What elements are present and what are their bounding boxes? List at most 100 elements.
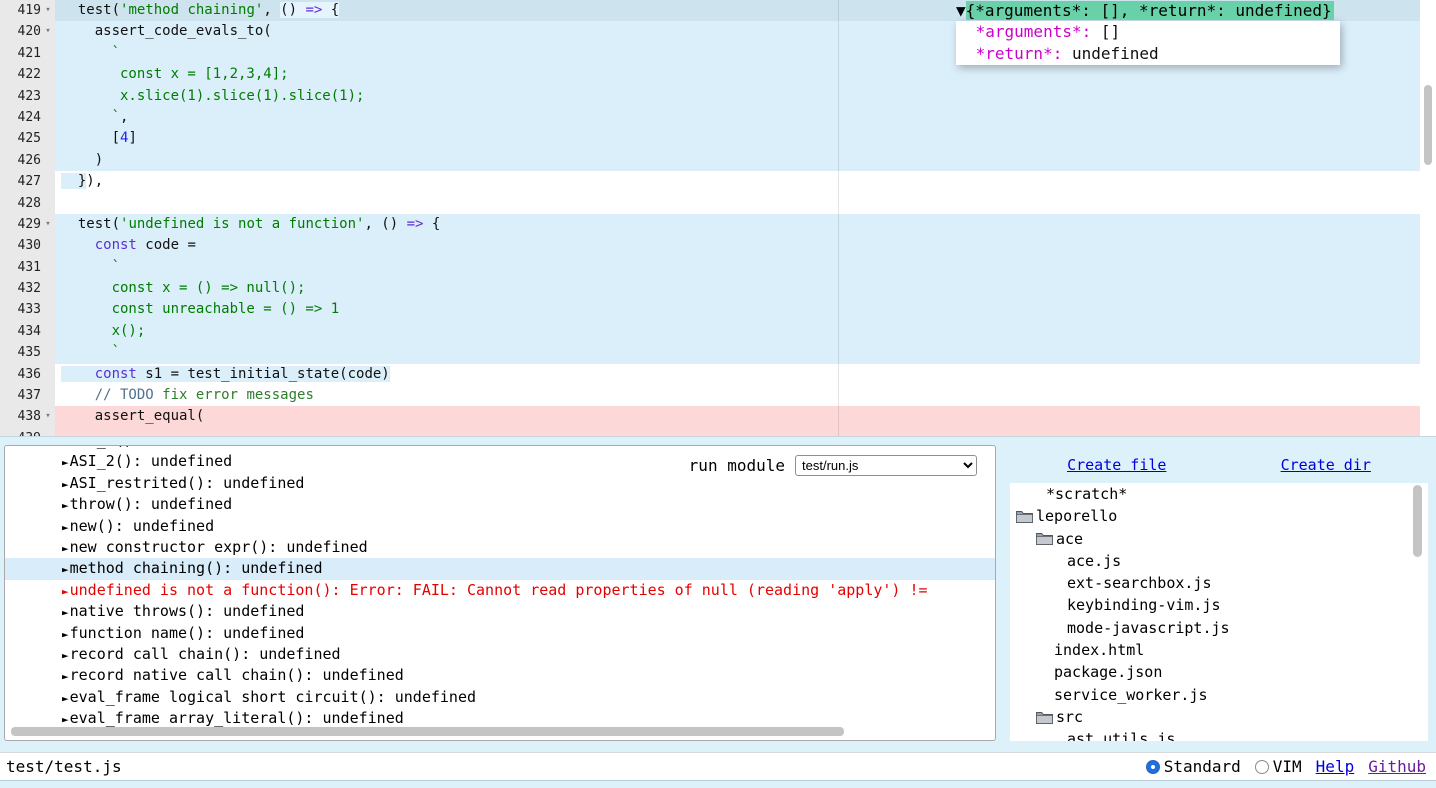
code-line-text[interactable]: assert_equal( [55, 406, 1420, 427]
fold-widget-icon[interactable]: ▾ [41, 0, 55, 21]
test-result-item[interactable]: ►record call chain(): undefined [5, 644, 995, 665]
file-tree-file[interactable]: *scratch* [1010, 483, 1428, 505]
line-number: 430 [3, 235, 41, 256]
help-link[interactable]: Help [1316, 757, 1355, 776]
code-line[interactable]: 426 ) [0, 150, 1436, 171]
file-tree-scrollbar-thumb[interactable] [1413, 485, 1422, 557]
run-module-select[interactable]: test/run.js [795, 455, 977, 476]
code-line-text[interactable] [55, 193, 1420, 214]
code-line[interactable]: 423 x.slice(1).slice(1).slice(1); [0, 86, 1436, 107]
code-line-text[interactable]: ` [55, 342, 1420, 363]
expand-triangle-icon[interactable]: ► [62, 628, 69, 641]
expand-triangle-icon[interactable]: ► [62, 606, 69, 619]
tooltip-header-row[interactable]: ▼{*arguments*: [], *return*: undefined} [956, 0, 1340, 21]
tooltip-entry[interactable]: *return*: undefined [956, 43, 1340, 64]
code-line[interactable]: 434 x(); [0, 321, 1436, 342]
code-line[interactable]: 431 ` [0, 257, 1436, 278]
code-line[interactable]: 438▾ assert_equal( [0, 406, 1436, 427]
test-result-item[interactable]: ►function name(): undefined [5, 623, 995, 644]
test-result-item[interactable]: ►record native call chain(): undefined [5, 665, 995, 686]
file-tree-file[interactable]: ace.js [1010, 550, 1428, 572]
logs-horizontal-scrollbar-thumb[interactable] [11, 727, 844, 736]
code-token: , [120, 109, 128, 125]
code-line-text[interactable]: const x = [1,2,3,4]; [55, 64, 1420, 85]
file-tree-file[interactable]: package.json [1010, 661, 1428, 683]
file-tree-dir[interactable]: leporello [1010, 505, 1428, 527]
code-line-text[interactable]: }), [55, 171, 1420, 192]
code-line[interactable]: 425 [4] [0, 128, 1436, 149]
file-tree-file[interactable]: service_worker.js [1010, 684, 1428, 706]
code-line[interactable]: 435 ` [0, 342, 1436, 363]
fold-widget-icon[interactable]: ▾ [41, 214, 55, 235]
expand-triangle-icon[interactable]: ► [62, 445, 69, 448]
file-tree-dir[interactable]: src [1010, 706, 1428, 728]
code-editor[interactable]: 419▾ test('method chaining', () => {420▾… [0, 0, 1436, 437]
test-result-item[interactable]: ►undefined is not a function(): Error: F… [5, 580, 995, 601]
expand-triangle-icon[interactable]: ► [62, 713, 69, 726]
code-line-text[interactable]: ) [55, 150, 1420, 171]
code-line[interactable]: 437 // TODO fix error messages [0, 385, 1436, 406]
test-result-item[interactable]: ►eval_frame logical short circuit(): und… [5, 687, 995, 708]
expand-triangle-icon[interactable]: ► [62, 585, 69, 598]
expand-triangle-icon[interactable]: ► [62, 542, 69, 555]
expand-triangle-icon[interactable]: ► [62, 456, 69, 469]
test-result-text: ASI_1(): undefined [70, 445, 233, 449]
code-line-text[interactable]: x(); [55, 321, 1420, 342]
file-tree-file[interactable]: index.html [1010, 639, 1428, 661]
code-line[interactable]: 433 const unreachable = () => 1 [0, 299, 1436, 320]
test-result-item[interactable]: ►new constructor expr(): undefined [5, 537, 995, 558]
code-line[interactable]: 428 [0, 193, 1436, 214]
code-line[interactable]: 436 const s1 = test_initial_state(code) [0, 364, 1436, 385]
file-tree-file[interactable]: ext-searchbox.js [1010, 572, 1428, 594]
code-line-text[interactable]: [4] [55, 128, 1420, 149]
code-line-text[interactable]: const unreachable = () => 1 [55, 299, 1420, 320]
code-line[interactable]: 429▾ test('undefined is not a function',… [0, 214, 1436, 235]
expand-triangle-icon[interactable]: ► [62, 499, 69, 512]
expand-triangle-icon[interactable]: ► [62, 649, 69, 662]
test-result-item[interactable]: ►method chaining(): undefined [5, 558, 995, 579]
collapse-triangle-icon[interactable]: ▼ [956, 1, 966, 20]
expand-triangle-icon[interactable]: ► [62, 563, 69, 576]
keybinding-option-vim[interactable]: VIM [1255, 757, 1302, 776]
code-line-text[interactable]: `, [55, 107, 1420, 128]
code-line[interactable]: 422 const x = [1,2,3,4]; [0, 64, 1436, 85]
create-dir-button[interactable]: Create dir [1281, 456, 1371, 474]
code-line-text[interactable]: // TODO fix error messages [55, 385, 1420, 406]
file-tree-file[interactable]: mode-javascript.js [1010, 617, 1428, 639]
code-line[interactable]: 439 [0, 428, 1436, 437]
expand-triangle-icon[interactable]: ► [62, 478, 69, 491]
code-line-text[interactable]: const code = [55, 235, 1420, 256]
file-tree-file[interactable]: ast_utils.js [1010, 728, 1428, 741]
test-result-item[interactable]: ►new(): undefined [5, 516, 995, 537]
create-file-button[interactable]: Create file [1067, 456, 1166, 474]
radio-selected-icon[interactable] [1146, 760, 1160, 774]
code-line[interactable]: 424 `, [0, 107, 1436, 128]
code-line-text[interactable] [55, 428, 1420, 437]
code-line-text[interactable]: x.slice(1).slice(1).slice(1); [55, 86, 1420, 107]
line-gutter: 431 [0, 257, 55, 278]
fold-widget-icon[interactable]: ▾ [41, 21, 55, 42]
radio-unselected-icon[interactable] [1255, 760, 1269, 774]
tooltip-entry[interactable]: *arguments*: [] [956, 21, 1340, 42]
expand-triangle-icon[interactable]: ► [62, 692, 69, 705]
keybinding-option-standard[interactable]: Standard [1146, 757, 1241, 776]
fold-widget-icon[interactable]: ▾ [41, 406, 55, 427]
code-line-text[interactable]: const s1 = test_initial_state(code) [55, 364, 1420, 385]
file-tree-dir[interactable]: ace [1010, 528, 1428, 550]
editor-vertical-scrollbar-thumb[interactable] [1424, 85, 1432, 165]
line-number: 437 [3, 385, 41, 406]
code-line[interactable]: 432 const x = () => null(); [0, 278, 1436, 299]
code-line[interactable]: 427 }), [0, 171, 1436, 192]
file-tree-file[interactable]: keybinding-vim.js [1010, 594, 1428, 616]
expand-triangle-icon[interactable]: ► [62, 521, 69, 534]
expand-triangle-icon[interactable]: ► [62, 670, 69, 683]
github-link[interactable]: Github [1368, 757, 1426, 776]
test-result-item[interactable]: ►native throws(): undefined [5, 601, 995, 622]
line-number: 432 [3, 278, 41, 299]
code-line-text[interactable]: ` [55, 257, 1420, 278]
code-token: ), [86, 173, 103, 189]
code-line-text[interactable]: const x = () => null(); [55, 278, 1420, 299]
code-line-text[interactable]: test('undefined is not a function', () =… [55, 214, 1420, 235]
test-result-item[interactable]: ►throw(): undefined [5, 494, 995, 515]
code-line[interactable]: 430 const code = [0, 235, 1436, 256]
